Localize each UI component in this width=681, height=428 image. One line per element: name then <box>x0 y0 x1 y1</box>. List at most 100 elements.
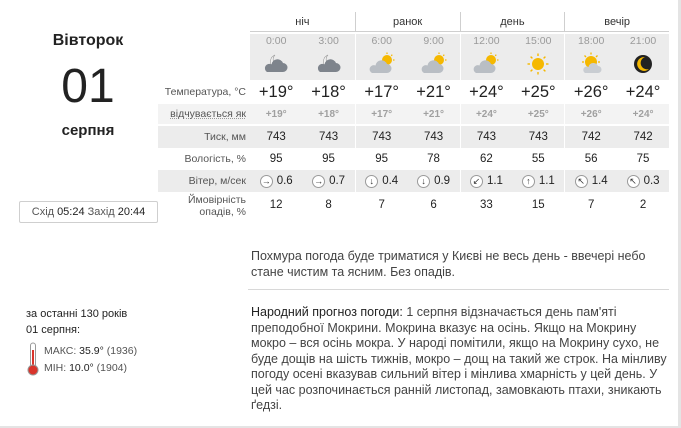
temperature-row: Температура, °C +19° +18° +17° +21° +24° +25°… <box>158 80 669 104</box>
history-min-label: МІН: <box>44 362 67 374</box>
wind-speed: 1.4 <box>591 175 608 187</box>
weather-icon-row <box>158 48 669 80</box>
history-min: МІН: 10.0° (1904) <box>44 362 127 374</box>
weather-icon-cell <box>512 48 564 80</box>
feels-like-cell: +24° <box>475 108 497 120</box>
weather-icon-cell <box>408 48 460 80</box>
sun-cloud-icon <box>582 52 602 73</box>
sunrise-time: 05:24 <box>57 206 85 218</box>
pressure-cell: 743 <box>372 131 392 143</box>
temperature-cell: +18° <box>311 82 346 101</box>
precipitation-cell: 6 <box>430 199 437 211</box>
hour-cell: 9:00 <box>423 35 444 47</box>
forecast-table: ніч ранок день вечір 0:00 3:00 6:00 9:00 12:… <box>158 12 669 218</box>
moon-icon <box>634 55 653 73</box>
weather-icon-cell <box>565 48 617 80</box>
wind-cell: ↙ 1.1 <box>461 170 513 192</box>
pressure-cell: 743 <box>318 131 339 143</box>
weather-icon-cell <box>617 48 669 80</box>
pressure-cell: 742 <box>633 131 653 143</box>
cloud-moon-icon <box>317 54 341 72</box>
precipitation-label-line2: опадів, % <box>199 206 246 218</box>
wind-direction-icon: ↖ <box>626 174 640 188</box>
hour-cell: 15:00 <box>525 35 552 47</box>
sunset-label: Захід <box>87 206 115 218</box>
period-morning: ранок <box>354 12 460 32</box>
history-max-label: МАКС: <box>44 345 77 357</box>
hour-cell: 21:00 <box>629 35 657 47</box>
pressure-cell: 742 <box>581 131 601 143</box>
folk-forecast-text: 1 серпня відзначається день пам'яті преп… <box>251 305 667 412</box>
temperature-cell: +24° <box>625 82 661 101</box>
history-max-value: 35.9° <box>79 345 104 357</box>
humidity-cell: 95 <box>375 153 389 165</box>
wind-direction-icon: → <box>312 174 326 188</box>
hour-header-row: 0:00 3:00 6:00 9:00 12:00 15:00 18:00 21:00 <box>158 34 669 48</box>
humidity-label: Вологість, % <box>184 153 246 165</box>
period-day: день <box>459 12 565 32</box>
feels-like-label[interactable]: відчувається як <box>158 104 250 124</box>
temperature-cell: +24° <box>469 82 504 101</box>
day-number: 01 <box>61 60 115 113</box>
feels-like-cell: +21° <box>423 108 445 120</box>
wind-row: Вітер, м/сек → 0.6 → 0.7 ↓ 0.4 ↓ 0.9 ↙ 1.1 ↑ 1.1 ↖ 1.… <box>158 170 669 192</box>
cloud-sun-icon <box>474 52 499 73</box>
wind-direction-icon: ↓ <box>417 174 431 188</box>
feels-like-cell: +25° <box>527 108 549 120</box>
temperature-cell: +26° <box>573 82 609 101</box>
history-date: 01 серпня: <box>26 324 81 336</box>
temperature-cell: +21° <box>416 82 451 101</box>
period-evening: вечір <box>564 12 669 32</box>
pressure-cell: 743 <box>266 131 286 143</box>
precipitation-cell: 7 <box>587 199 595 211</box>
precipitation-label: Ймовірність опадів, % <box>158 192 250 218</box>
precipitation-cell: 12 <box>269 199 283 211</box>
precipitation-cell: 7 <box>378 199 385 211</box>
precipitation-label-line1: Ймовірність <box>187 194 246 206</box>
sunset-time: 20:44 <box>117 206 146 218</box>
precipitation-cell: 15 <box>531 199 545 211</box>
wind-speed: 0.3 <box>643 175 660 187</box>
pressure-cell: 743 <box>528 131 548 143</box>
wind-direction-icon: ↖ <box>574 174 588 188</box>
temperature-cell: +19° <box>258 82 294 101</box>
month-label: серпня <box>61 122 115 139</box>
humidity-cell: 56 <box>584 153 598 165</box>
feels-like-cell: +19° <box>265 108 287 120</box>
wind-direction-icon: ↓ <box>365 174 379 188</box>
wind-cell: ↓ 0.9 <box>408 170 460 192</box>
humidity-cell: 95 <box>322 153 335 165</box>
wind-cell: ↖ 0.3 <box>617 170 669 192</box>
precipitation-cell: 8 <box>325 199 332 211</box>
precipitation-row: Ймовірність опадів, % 12 8 7 6 33 15 7 2 <box>158 192 669 218</box>
feels-like-cell: +26° <box>580 108 602 120</box>
temperature-cell: +17° <box>364 82 399 101</box>
weather-icon-cell <box>356 48 408 80</box>
hour-cell: 6:00 <box>371 35 392 47</box>
history-max: МАКС: 35.9° (1936) <box>44 345 137 357</box>
hour-cell: 0:00 <box>265 35 287 47</box>
humidity-row: Вологість, % 95 95 95 78 62 55 56 75 <box>158 148 669 170</box>
wind-speed: 1.1 <box>486 175 503 187</box>
cloud-moon-icon <box>265 54 288 72</box>
humidity-cell: 75 <box>636 153 650 165</box>
cloud-sun-icon <box>369 52 395 73</box>
period-header-row: ніч ранок день вечір <box>158 12 669 32</box>
wind-direction-icon: ↙ <box>469 174 483 188</box>
humidity-cell: 78 <box>427 153 440 165</box>
wind-speed: 1.1 <box>538 175 555 187</box>
sun-icon <box>527 53 549 75</box>
feels-like-cell: +18° <box>318 108 340 120</box>
wind-speed: 0.9 <box>434 175 451 187</box>
thermometer-icon <box>27 342 39 376</box>
temperature-cell: +25° <box>521 82 556 101</box>
period-night: ніч <box>250 12 355 32</box>
feels-like-cell: +17° <box>371 108 393 120</box>
precipitation-cell: 2 <box>639 199 647 211</box>
wind-speed: 0.4 <box>382 175 399 187</box>
history-min-year: (1904) <box>96 362 128 374</box>
humidity-cell: 62 <box>480 153 493 165</box>
wind-cell: → 0.7 <box>302 170 354 192</box>
weekday-label: Вівторок <box>52 32 124 49</box>
weather-icon-cell <box>461 48 513 80</box>
